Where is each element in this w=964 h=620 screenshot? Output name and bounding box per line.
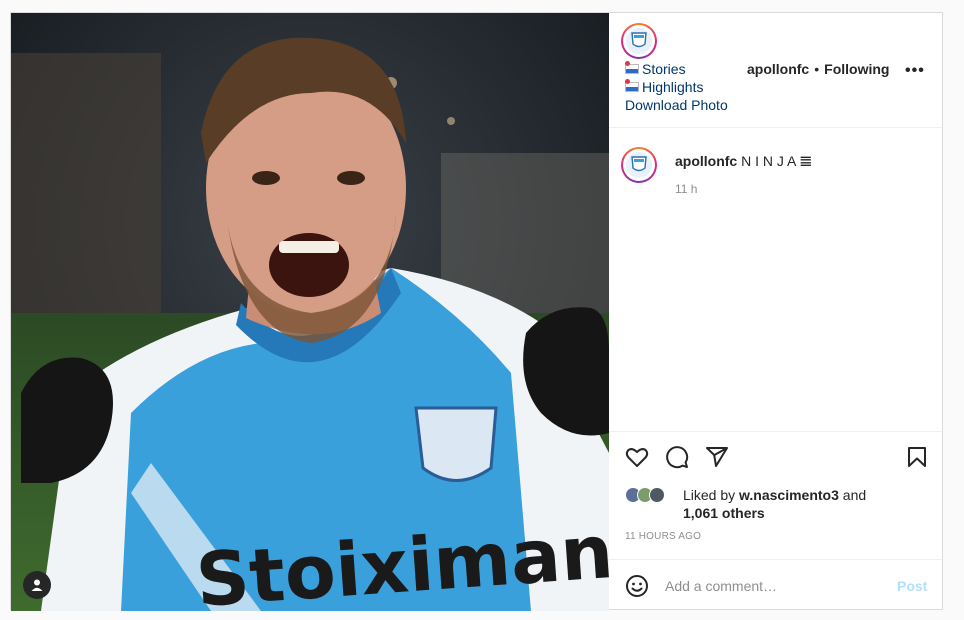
club-crest-icon xyxy=(626,152,652,178)
flag-icon xyxy=(625,61,639,74)
caption-time: 11 h xyxy=(675,182,698,196)
extension-links: Stories Highlights Download Photo xyxy=(625,60,728,114)
caption-text: apollonfc N I N J A 𝌆 xyxy=(675,153,812,170)
emoji-icon[interactable] xyxy=(624,573,650,599)
download-photo-link[interactable]: Download Photo xyxy=(625,96,728,114)
actions-section: Liked by w.nascimento3 and 1,061 others … xyxy=(609,431,942,560)
header-username[interactable]: apollonfc xyxy=(747,61,809,77)
flag-icon xyxy=(625,79,639,92)
post-card: Stoiximan Stories Highlights Download Ph… xyxy=(10,12,943,611)
more-options-icon[interactable]: ••• xyxy=(905,62,925,80)
liker-avatar[interactable] xyxy=(649,487,665,503)
post-sidebar: Stories Highlights Download Photo apollo… xyxy=(609,13,942,609)
avatar[interactable] xyxy=(621,23,657,59)
caption-body: N I N J A 𝌆 xyxy=(741,153,813,169)
post-header: Stories Highlights Download Photo apollo… xyxy=(609,13,942,128)
liker-username[interactable]: w.nascimento3 xyxy=(739,487,839,503)
caption-username[interactable]: apollonfc xyxy=(675,153,737,169)
comment-bar: Add a comment… Post xyxy=(609,559,942,612)
tagged-user-icon[interactable] xyxy=(23,571,51,599)
highlights-link[interactable]: Highlights xyxy=(625,78,728,96)
liked-by-text: Liked by w.nascimento3 and xyxy=(683,487,867,503)
post-photo[interactable]: Stoiximan xyxy=(11,13,609,611)
separator-dot: • xyxy=(814,61,820,77)
comment-icon[interactable] xyxy=(664,444,690,470)
stories-link[interactable]: Stories xyxy=(625,60,728,78)
caption-avatar[interactable] xyxy=(621,147,657,183)
club-crest-icon xyxy=(626,28,652,54)
others-count[interactable]: 1,061 others xyxy=(683,504,765,522)
bookmark-icon[interactable] xyxy=(904,444,930,470)
post-timestamp[interactable]: 11 HOURS AGO xyxy=(625,531,701,542)
following-button[interactable]: Following xyxy=(824,61,889,77)
user-follow: apollonfc • Following xyxy=(747,61,889,77)
comment-input[interactable]: Add a comment… xyxy=(665,578,777,594)
caption-section: apollonfc N I N J A 𝌆 11 h xyxy=(609,127,942,430)
post-button[interactable]: Post xyxy=(897,578,927,594)
share-icon[interactable] xyxy=(704,444,730,470)
player-image: Stoiximan xyxy=(11,13,609,611)
heart-icon[interactable] xyxy=(624,444,650,470)
